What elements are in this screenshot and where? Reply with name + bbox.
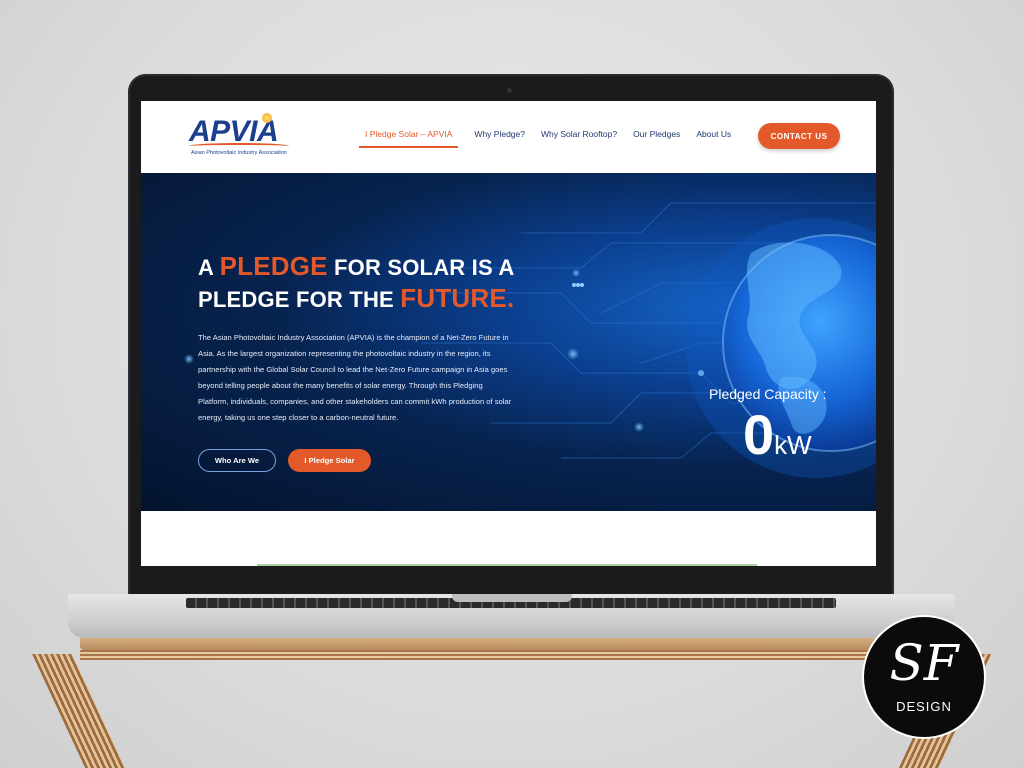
who-are-we-button[interactable]: Who Are We xyxy=(198,449,276,472)
badge-monogram: SF xyxy=(889,634,959,692)
nav-item-why-solar-rooftop[interactable]: Why Solar Rooftop? xyxy=(541,101,617,149)
apvia-logo[interactable]: APVIA Asian Photovoltaic Industry Associ… xyxy=(189,113,294,161)
laptop-stand xyxy=(32,636,992,768)
sf-design-badge: SF DESIGN xyxy=(864,617,984,737)
nav-item-our-pledges[interactable]: Our Pledges xyxy=(633,101,680,149)
content-below-hero xyxy=(141,511,876,566)
nav-item-i-pledge-solar[interactable]: I Pledge Solar – APVIA xyxy=(359,101,459,148)
trackpad-notch xyxy=(452,594,572,602)
main-nav: I Pledge Solar – APVIA Why Pledge? Why S… xyxy=(359,101,747,173)
contact-us-button[interactable]: CONTACT US xyxy=(758,123,840,149)
hero-buttons: Who Are We I Pledge Solar xyxy=(198,449,371,472)
pledged-capacity-value: 0kW xyxy=(743,403,812,466)
hero-section: A PLEDGE FOR SOLAR IS A PLEDGE FOR THE F… xyxy=(141,173,876,511)
logo-arc xyxy=(189,143,289,149)
nav-item-why-pledge[interactable]: Why Pledge? xyxy=(474,101,525,149)
hero-description: The Asian Photovoltaic Industry Associat… xyxy=(198,333,512,422)
webcam xyxy=(507,88,512,93)
headline-accent-pledge: PLEDGE xyxy=(219,251,328,281)
i-pledge-solar-button[interactable]: I Pledge Solar xyxy=(288,449,371,472)
sun-icon xyxy=(262,113,272,123)
hero-headline: A PLEDGE FOR SOLAR IS A PLEDGE FOR THE F… xyxy=(198,251,515,313)
section-divider xyxy=(257,564,757,566)
site-header: APVIA Asian Photovoltaic Industry Associ… xyxy=(141,101,876,173)
pledged-capacity-label: Pledged Capacity : xyxy=(709,386,827,402)
logo-subtitle: Asian Photovoltaic Industry Association xyxy=(191,150,287,156)
nav-item-about-us[interactable]: About Us xyxy=(696,101,731,149)
laptop-screen: APVIA Asian Photovoltaic Industry Associ… xyxy=(141,101,876,566)
headline-accent-future: FUTURE. xyxy=(400,283,515,313)
badge-text: DESIGN xyxy=(896,699,952,714)
capacity-unit: kW xyxy=(774,430,812,460)
